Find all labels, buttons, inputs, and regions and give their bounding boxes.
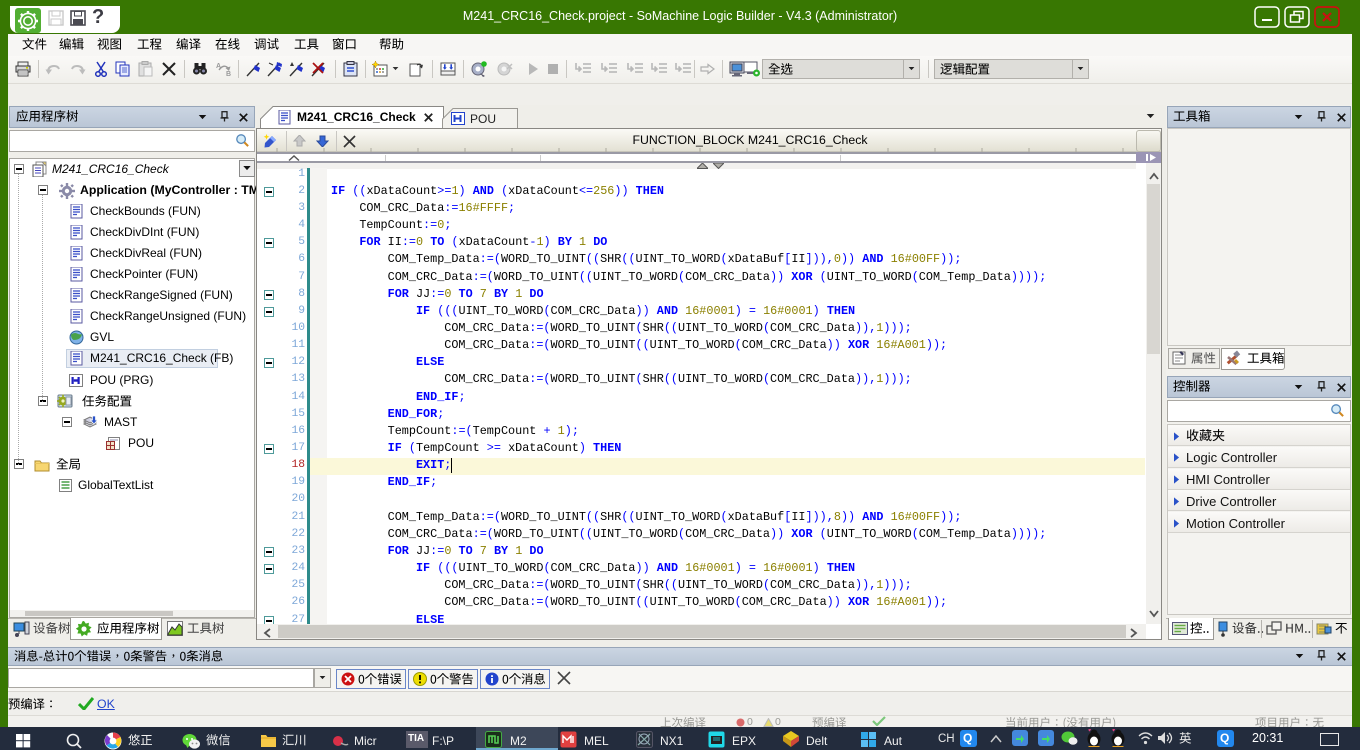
svg-text:B: B bbox=[226, 71, 231, 77]
